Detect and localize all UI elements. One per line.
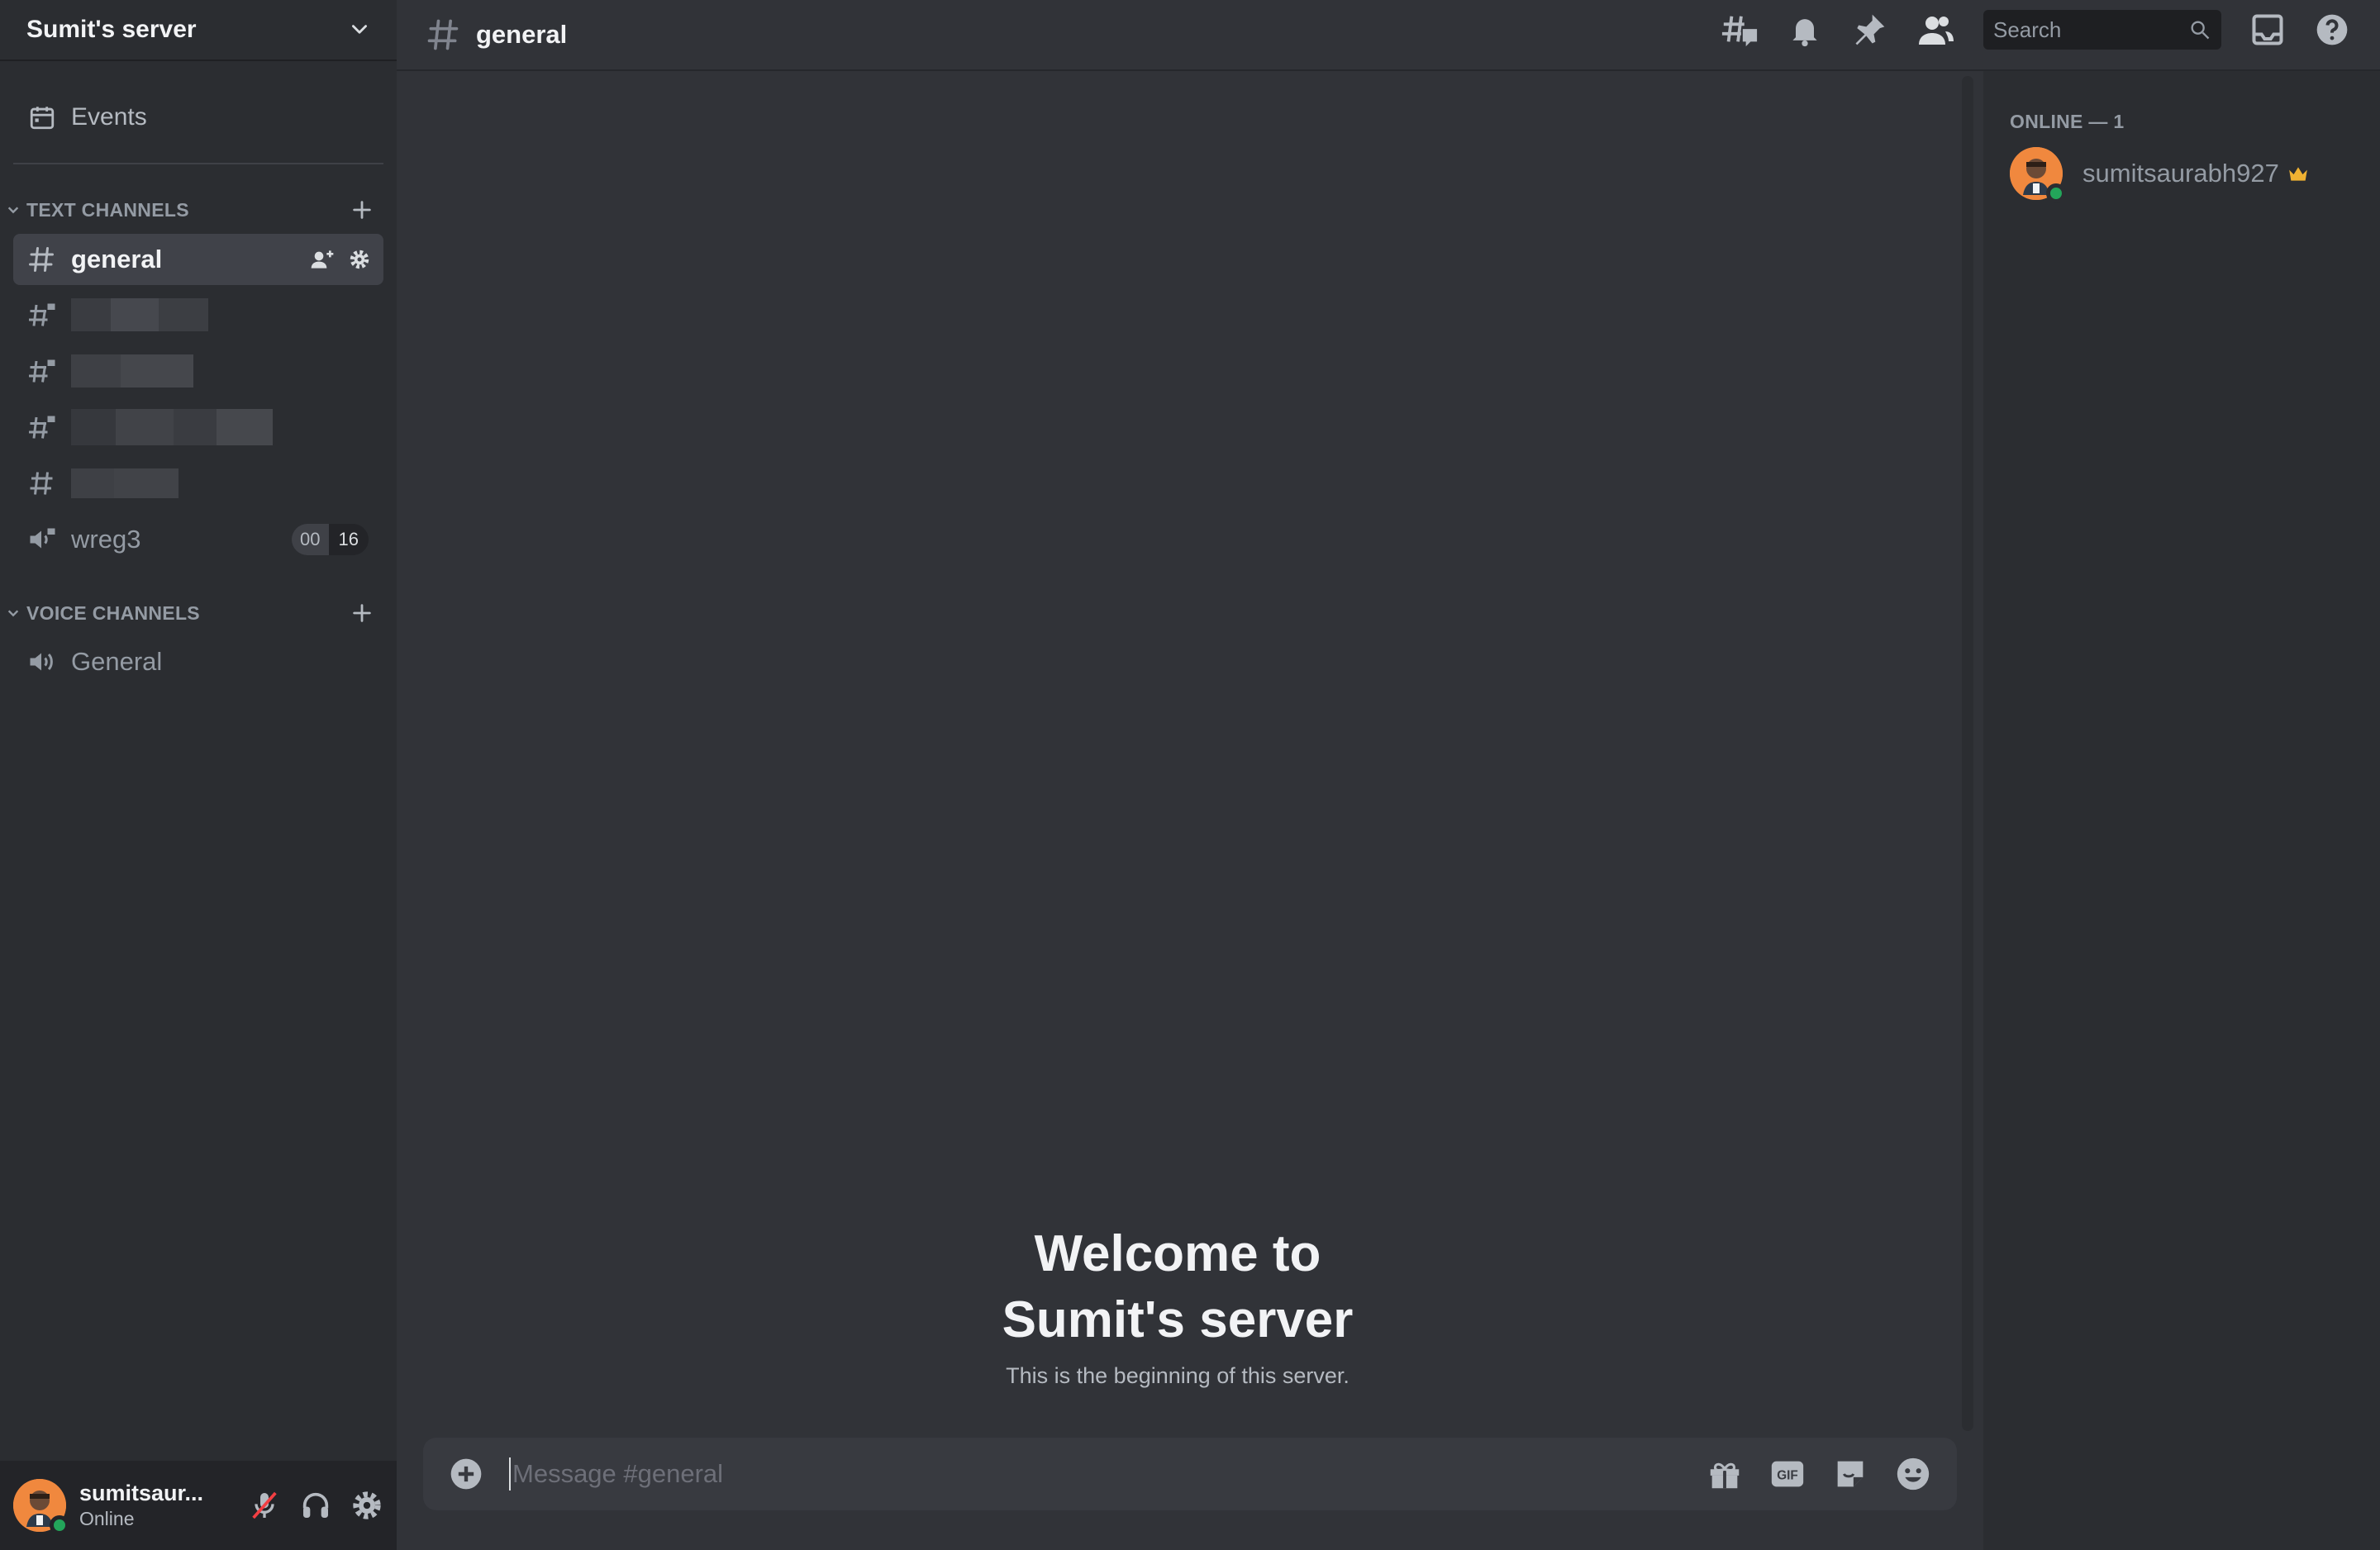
pin-icon[interactable] xyxy=(1851,12,1887,48)
online-header: ONLINE — 1 xyxy=(2010,111,2125,132)
channel-redacted-3[interactable] xyxy=(13,402,383,453)
discord-app: Sumit's server Events TEXT CHANNELS gene… xyxy=(0,0,2380,1550)
locked-speaker-icon xyxy=(30,528,55,549)
redacted-label xyxy=(71,354,193,388)
welcome-section: Welcome to Sumit's server This is the be… xyxy=(876,1221,1479,1389)
mute-microphone-icon[interactable] xyxy=(248,1489,281,1522)
member-item[interactable]: sumitsaurabh927 xyxy=(2010,147,2309,203)
channel-redacted-4[interactable] xyxy=(13,458,383,509)
speaker-icon xyxy=(30,653,53,671)
help-icon[interactable] xyxy=(2314,12,2350,48)
hash-icon xyxy=(29,247,54,272)
badge-limit: 16 xyxy=(328,524,369,555)
events-label: Events xyxy=(71,103,147,131)
message-input[interactable]: Message #general xyxy=(509,1457,1706,1491)
threads-icon[interactable] xyxy=(1721,12,1759,50)
welcome-title-line2: Sumit's server xyxy=(1002,1291,1354,1348)
member-list-icon[interactable] xyxy=(1916,10,1955,50)
channel-label: General xyxy=(71,647,163,676)
emoji-icon[interactable] xyxy=(1894,1455,1932,1493)
category-voice-channels[interactable]: VOICE CHANNELS xyxy=(7,597,383,630)
username: sumitsaur... xyxy=(79,1481,204,1505)
chevron-down-icon xyxy=(352,25,367,34)
inbox-icon[interactable] xyxy=(2249,12,2286,48)
gif-icon[interactable]: GIF xyxy=(1768,1455,1806,1493)
channel-label: general xyxy=(71,245,163,273)
svg-text:GIF: GIF xyxy=(1777,1469,1798,1483)
online-status-dot xyxy=(50,1515,69,1535)
create-channel-plus-icon[interactable] xyxy=(350,198,374,221)
locked-hash-icon xyxy=(29,303,55,326)
welcome-subtitle: This is the beginning of this server. xyxy=(1006,1363,1349,1388)
user-settings-gear-icon[interactable] xyxy=(350,1489,383,1522)
member-name: sumitsaurabh927 xyxy=(2082,159,2279,188)
sticker-icon[interactable] xyxy=(1831,1455,1869,1493)
search-input[interactable]: Search xyxy=(1983,10,2221,50)
redacted-label xyxy=(71,468,178,498)
create-channel-plus-icon[interactable] xyxy=(350,601,374,625)
user-status: Online xyxy=(79,1508,135,1529)
calendar-icon xyxy=(30,107,55,130)
channel-redacted-2[interactable] xyxy=(13,345,383,397)
channel-redacted-1[interactable] xyxy=(13,289,383,340)
hash-icon xyxy=(427,19,459,50)
caret-down-icon xyxy=(7,610,19,617)
user-panel: sumitsaur... Online xyxy=(0,1461,397,1550)
bell-icon[interactable] xyxy=(1787,12,1823,48)
channel-sidebar: Sumit's server Events TEXT CHANNELS gene… xyxy=(0,0,397,1550)
locked-hash-icon xyxy=(29,416,55,439)
caret-down-icon xyxy=(7,207,19,214)
invite-user-icon[interactable] xyxy=(309,246,336,273)
avatar[interactable] xyxy=(13,1479,69,1535)
channel-voice-general[interactable]: General xyxy=(13,636,383,687)
category-label: TEXT CHANNELS xyxy=(26,198,189,221)
channel-wreg3[interactable]: wreg3 00 16 xyxy=(13,514,383,565)
category-label: VOICE CHANNELS xyxy=(26,601,200,624)
events-item[interactable]: Events xyxy=(13,91,383,144)
channel-label: wreg3 xyxy=(71,525,141,554)
category-text-channels[interactable]: TEXT CHANNELS xyxy=(7,193,383,226)
gift-icon[interactable] xyxy=(1706,1455,1744,1493)
search-icon xyxy=(2191,21,2210,40)
headphones-icon[interactable] xyxy=(299,1489,332,1522)
avatar xyxy=(2010,147,2066,203)
badge-count: 00 xyxy=(292,524,329,555)
add-attachment-icon[interactable] xyxy=(448,1456,484,1492)
search-placeholder: Search xyxy=(1993,17,2062,42)
redacted-label xyxy=(71,409,273,445)
message-scrollbar[interactable] xyxy=(1962,76,1973,1431)
welcome-title-line1: Welcome to xyxy=(1034,1225,1321,1282)
user-limit-badge: 00 16 xyxy=(292,524,369,555)
server-name: Sumit's server xyxy=(26,16,197,43)
member-list: ONLINE — 1 sumitsaurabh927 xyxy=(1983,71,2380,1550)
channel-general[interactable]: general xyxy=(13,234,383,285)
gear-icon[interactable] xyxy=(347,247,372,272)
online-status-dot xyxy=(2046,183,2066,203)
hash-icon xyxy=(30,472,53,495)
redacted-label xyxy=(71,298,208,331)
locked-hash-icon xyxy=(29,359,55,383)
divider xyxy=(13,163,383,164)
message-composer: Message #general GIF xyxy=(423,1438,1957,1510)
crown-icon xyxy=(2288,167,2307,181)
channel-title: general xyxy=(476,20,568,49)
server-header[interactable]: Sumit's server xyxy=(0,0,397,61)
